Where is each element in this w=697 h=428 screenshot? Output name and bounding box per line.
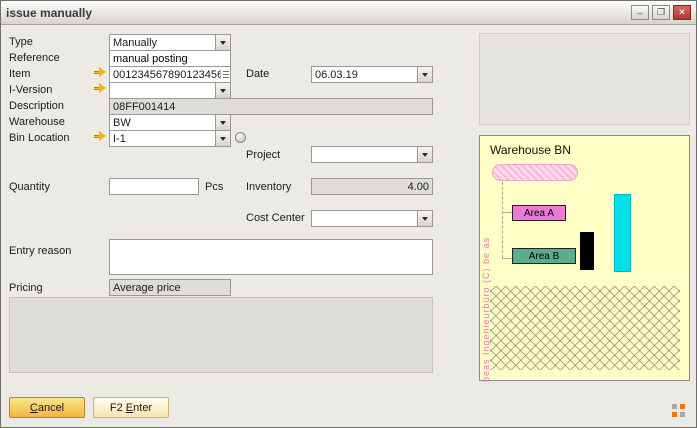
quantity-unit-label: Pcs xyxy=(205,181,223,193)
date-combo[interactable]: 06.03.19 xyxy=(311,66,433,83)
chevron-down-icon xyxy=(220,89,226,93)
hatched-storage-area xyxy=(490,286,680,370)
bin-location-selector-icon[interactable] xyxy=(235,132,246,143)
connector-line xyxy=(502,182,503,258)
bin-location-combo-value: I-1 xyxy=(110,133,215,145)
reference-input[interactable] xyxy=(109,50,231,67)
project-label: Project xyxy=(246,149,280,161)
cyan-rack-shape xyxy=(614,194,631,272)
project-combo[interactable] xyxy=(311,146,433,163)
date-combo-dropdown-button[interactable] xyxy=(417,67,432,82)
resize-grip-icon[interactable] xyxy=(672,404,686,418)
date-label: Date xyxy=(246,68,269,80)
inventory-field: 4.00 xyxy=(311,178,433,195)
title-bar: issue manually – ❐ ✕ xyxy=(1,1,696,25)
chevron-down-icon xyxy=(422,73,428,77)
black-rack-shape xyxy=(580,232,594,270)
chevron-down-icon xyxy=(220,121,226,125)
maximize-button[interactable]: ❐ xyxy=(652,5,670,20)
bin-location-link-arrow-icon[interactable] xyxy=(94,131,107,142)
area-b-label: Area B xyxy=(529,251,560,262)
quantity-input[interactable] xyxy=(109,178,199,195)
f2-enter-button[interactable]: F2 Enter xyxy=(93,397,169,418)
connector-line xyxy=(502,258,512,259)
bin-location-combo-dropdown-button[interactable] xyxy=(215,131,230,146)
reference-label: Reference xyxy=(9,52,60,64)
chevron-down-icon xyxy=(422,153,428,157)
description-label: Description xyxy=(9,100,64,112)
description-value: 08FF001414 xyxy=(113,101,175,113)
entry-reason-label: Entry reason xyxy=(9,245,71,257)
cancel-button[interactable]: Cancel xyxy=(9,397,85,418)
warehouse-map-panel: Warehouse BN Area A Area B beas Ingenieu… xyxy=(479,135,690,381)
item-value: 001234567890123456790 xyxy=(113,69,220,81)
pricing-value: Average price xyxy=(113,282,181,294)
close-button[interactable]: ✕ xyxy=(673,5,691,20)
date-combo-value: 06.03.19 xyxy=(312,69,417,81)
pink-zone-shape xyxy=(492,164,578,181)
cost-center-combo[interactable] xyxy=(311,210,433,227)
area-a-label: Area A xyxy=(524,208,554,219)
description-field: 08FF001414 xyxy=(109,98,433,115)
area-b-bin[interactable]: Area B xyxy=(512,248,576,264)
details-disabled-panel xyxy=(9,297,433,373)
item-link-arrow-icon[interactable] xyxy=(94,67,107,78)
i-version-link-arrow-icon[interactable] xyxy=(94,83,107,94)
watermark-text: beas Ingenieurbüro (C) be as xyxy=(481,214,491,382)
pricing-label: Pricing xyxy=(9,282,43,294)
preview-placeholder-panel xyxy=(479,33,690,125)
bin-location-combo[interactable]: I-1 xyxy=(109,130,231,147)
entry-reason-textarea[interactable] xyxy=(109,239,433,275)
i-version-combo-dropdown-button[interactable] xyxy=(215,83,230,98)
inventory-label: Inventory xyxy=(246,181,291,193)
inventory-value: 4.00 xyxy=(408,181,429,193)
item-label: Item xyxy=(9,68,30,80)
area-a-bin[interactable]: Area A xyxy=(512,205,566,221)
project-combo-dropdown-button[interactable] xyxy=(417,147,432,162)
cost-center-label: Cost Center xyxy=(246,212,305,224)
connector-line xyxy=(502,212,512,213)
type-combo-value: Manually xyxy=(110,37,215,49)
warehouse-label: Warehouse xyxy=(9,116,65,128)
warehouse-map-title: Warehouse BN xyxy=(490,143,571,157)
warehouse-combo[interactable]: BW xyxy=(109,114,231,131)
chevron-down-icon xyxy=(220,137,226,141)
item-field[interactable]: 001234567890123456790 xyxy=(109,66,231,83)
chevron-down-icon xyxy=(220,41,226,45)
minimize-button[interactable]: – xyxy=(631,5,649,20)
warehouse-combo-value: BW xyxy=(110,117,215,129)
issue-manually-dialog: issue manually – ❐ ✕ Type Reference Item… xyxy=(0,0,697,428)
warehouse-combo-dropdown-button[interactable] xyxy=(215,115,230,130)
cost-center-combo-dropdown-button[interactable] xyxy=(417,211,432,226)
bin-location-label: Bin Location xyxy=(9,132,70,144)
chevron-down-icon xyxy=(422,217,428,221)
type-label: Type xyxy=(9,36,33,48)
window-title: issue manually xyxy=(6,6,628,20)
quantity-label: Quantity xyxy=(9,181,50,193)
pricing-field: Average price xyxy=(109,279,231,296)
i-version-combo[interactable] xyxy=(109,82,231,99)
type-combo-dropdown-button[interactable] xyxy=(215,35,230,50)
item-list-icon[interactable] xyxy=(220,70,229,79)
type-combo[interactable]: Manually xyxy=(109,34,231,51)
i-version-label: I-Version xyxy=(9,84,52,96)
